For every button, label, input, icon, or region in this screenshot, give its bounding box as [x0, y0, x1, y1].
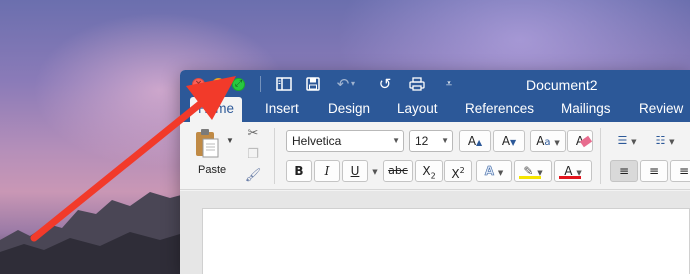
scissors-icon: ✂ [247, 126, 259, 141]
subscript-letter: X [422, 164, 431, 178]
tab-home[interactable]: Home [190, 97, 243, 122]
document-canvas [180, 191, 690, 274]
chevron-down-icon: ▼ [441, 136, 449, 145]
superscript-mark: 2 [459, 166, 465, 175]
paste-button[interactable] [194, 128, 220, 158]
customize-toolbar-button[interactable]: ⩡ [438, 74, 460, 94]
mountain-silhouette [0, 190, 200, 274]
sidebar-icon [276, 77, 292, 91]
tab-insert[interactable]: Insert [265, 97, 299, 122]
underline-dropdown[interactable]: ▼ [368, 160, 382, 182]
paste-dropdown[interactable]: ▼ [226, 136, 234, 145]
align-left-icon: ≡ [618, 164, 630, 178]
shrink-font-button[interactable]: A▼ [493, 130, 525, 152]
paintbrush-icon: 🖌 [244, 168, 262, 183]
shrink-font-icon: A▼ [501, 134, 517, 148]
close-window-button[interactable]: × [192, 78, 205, 91]
text-effects-button[interactable]: A ▼ [476, 160, 512, 182]
chevron-down-icon: ▼ [392, 136, 400, 145]
copy-icon: ❐ [247, 147, 259, 162]
bullets-button[interactable]: ☰ ▼ [610, 130, 644, 152]
document-page[interactable] [202, 208, 690, 274]
undo-dropdown[interactable]: ▾ [348, 74, 358, 94]
print-button[interactable] [406, 74, 428, 94]
sidebar-toggle-button[interactable] [273, 74, 295, 94]
close-icon: × [194, 79, 203, 89]
bullet-list-icon: ☰ [617, 134, 628, 147]
align-center-button[interactable]: ≡ [640, 160, 668, 182]
font-family-value: Helvetica [292, 134, 342, 148]
align-right-icon: ≡ [678, 164, 690, 178]
chevron-down-icon: ▼ [372, 168, 378, 176]
eraser-icon: A [576, 134, 592, 148]
subscript-button[interactable]: X2 [415, 160, 443, 182]
ribbon-tabs: Home Insert Design Layout References Mai… [180, 97, 690, 122]
ribbon-home: ▼ Paste ✂ ❐ 🖌 Helvetica ▼ 12 ▼ A▲ A▼ Aa … [180, 122, 690, 190]
font-size-value: 12 [415, 134, 429, 148]
superscript-letter: X [451, 167, 460, 181]
redo-icon: ↺ [378, 75, 392, 93]
clear-formatting-button[interactable]: A [567, 130, 593, 152]
fullscreen-icon: ⤢ [234, 79, 243, 89]
copy-button[interactable]: ❐ [244, 146, 262, 164]
group-separator [274, 128, 275, 184]
font-family-select[interactable]: Helvetica ▼ [286, 130, 404, 152]
toolbar-separator [260, 76, 261, 92]
group-separator [600, 128, 601, 184]
align-right-button[interactable]: ≡ [670, 160, 690, 182]
print-icon [409, 77, 425, 91]
tab-review[interactable]: Review [639, 97, 683, 122]
superscript-button[interactable]: X2 [444, 160, 472, 182]
underline-button[interactable]: U [342, 160, 368, 182]
tab-references[interactable]: References [465, 97, 534, 122]
align-center-icon: ≡ [648, 164, 660, 178]
minimize-icon: − [214, 79, 223, 89]
title-bar: × − ⤢ ↶ ▾ ↺ ⩡ Document2 Home Insert Desi… [180, 70, 690, 122]
save-icon [306, 77, 320, 91]
change-case-icon: Aa ▼ [536, 134, 560, 148]
format-painter-button[interactable]: 🖌 [244, 167, 262, 185]
tab-design[interactable]: Design [328, 97, 370, 122]
cut-button[interactable]: ✂ [244, 125, 262, 143]
numbering-button[interactable]: ☷ ▼ [648, 130, 682, 152]
word-window: × − ⤢ ↶ ▾ ↺ ⩡ Document2 Home Insert Desi… [180, 70, 690, 274]
subscript-mark: 2 [430, 171, 436, 181]
redo-button[interactable]: ↺ [374, 74, 396, 94]
italic-button[interactable]: I [314, 160, 340, 182]
save-button[interactable] [302, 74, 324, 94]
fullscreen-window-button[interactable]: ⤢ [232, 78, 245, 91]
font-color-button[interactable]: A ▼ [554, 160, 592, 182]
clipboard-icon [196, 129, 219, 158]
grow-font-button[interactable]: A▲ [459, 130, 491, 152]
highlight-color-button[interactable]: ✎ ▼ [514, 160, 552, 182]
paste-label: Paste [198, 164, 227, 176]
font-size-select[interactable]: 12 ▼ [409, 130, 453, 152]
strikethrough-button[interactable]: abc [383, 160, 413, 182]
text-effects-icon: A [484, 164, 495, 179]
chevron-down-icon: ▾ [350, 79, 355, 88]
numbered-list-icon: ☷ [655, 134, 666, 147]
grow-font-icon: A▲ [467, 134, 483, 148]
document-title: Document2 [526, 77, 598, 93]
minimize-window-button[interactable]: − [212, 78, 225, 91]
customize-icon: ⩡ [445, 77, 453, 90]
change-case-button[interactable]: Aa ▼ [530, 130, 566, 152]
font-color-swatch [559, 176, 581, 179]
highlight-color-swatch [519, 176, 541, 179]
tab-layout[interactable]: Layout [397, 97, 438, 122]
align-left-button[interactable]: ≡ [610, 160, 638, 182]
tab-mailings[interactable]: Mailings [561, 97, 611, 122]
bold-button[interactable]: B [286, 160, 312, 182]
